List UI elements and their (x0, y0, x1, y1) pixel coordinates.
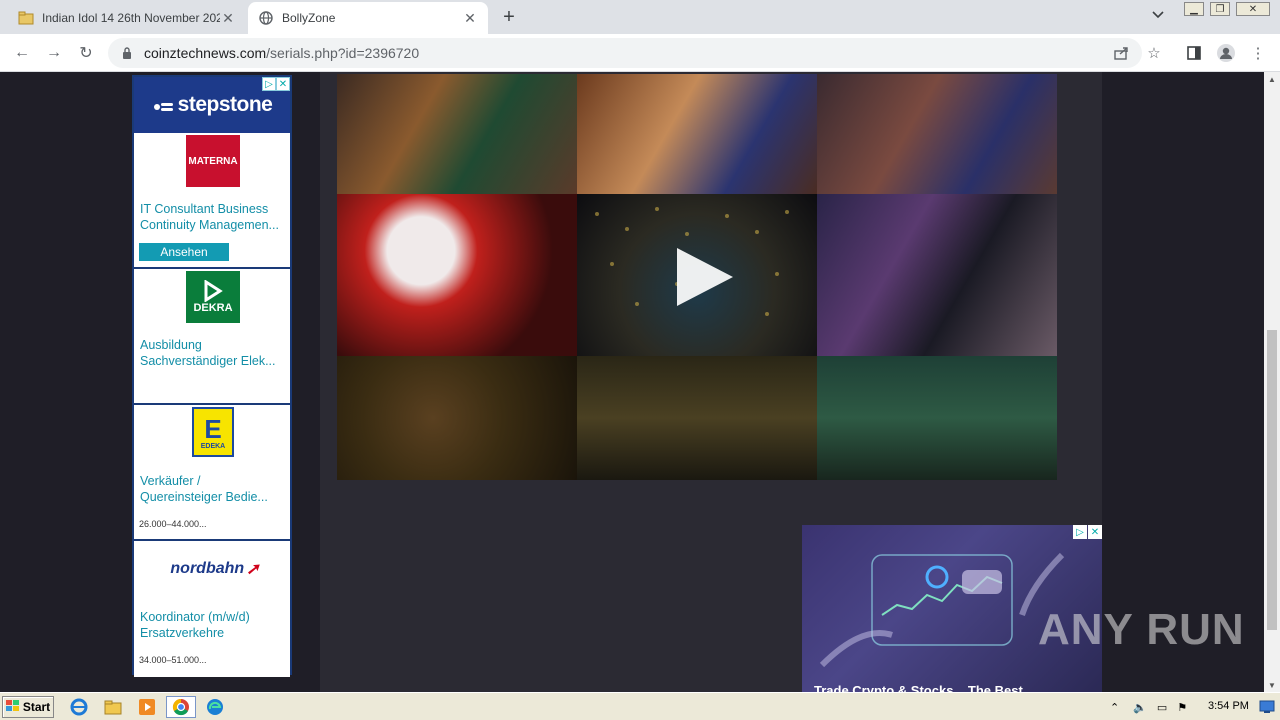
video-thumbnail (337, 74, 577, 194)
close-ad-icon[interactable]: ✕ (1088, 525, 1102, 539)
windows-logo-icon (5, 699, 20, 715)
ad-job-listing[interactable]: E EDEKA Verkäufer / Quereinsteiger Bedie.… (134, 405, 290, 541)
media-player-icon[interactable] (136, 697, 158, 717)
left-sidebar-ad[interactable]: stepstone ▷ ✕ MATERNA IT Consultant Busi… (132, 75, 292, 677)
url-text: coinztechnews.com/serials.php?id=2396720 (144, 45, 420, 61)
close-tab-icon[interactable]: ✕ (220, 10, 236, 26)
video-thumbnail (577, 74, 817, 194)
ad-job-title[interactable]: Ausbildung Sachverständiger Elek... (140, 337, 288, 369)
video-thumbnail (577, 356, 817, 480)
video-thumbnail (337, 356, 577, 480)
show-hidden-icons-icon[interactable]: ⌃ (1110, 701, 1119, 714)
vertical-scrollbar[interactable]: ▲ ▼ (1264, 72, 1280, 692)
network-icon[interactable]: ▭ (1157, 701, 1167, 714)
adchoices-icon[interactable]: ▷ (262, 77, 276, 91)
ad-job-listing[interactable]: DEKRA Ausbildung Sachverständiger Elek... (134, 269, 290, 405)
ad-salary: 34.000–51.000... (139, 655, 207, 665)
reload-icon[interactable]: ↻ (76, 43, 96, 63)
ad-job-title[interactable]: Verkäufer / Quereinsteiger Bedie... (140, 473, 288, 505)
system-tray: ⌃ 🔈 ▭ ⚑ (1102, 696, 1278, 718)
ad-job-listing[interactable]: nordbahn ➚ Koordinator (m/w/d) Ersatzverke… (134, 541, 290, 677)
tab-strip: Indian Idol 14 26th November 2023 ... ✕ … (0, 0, 1280, 34)
chevron-down-icon[interactable] (1152, 8, 1164, 22)
browser-toolbar: ← → ↻ coinztechnews.com/serials.php?id=2… (0, 34, 1280, 72)
tab-title: BollyZone (282, 11, 336, 25)
ad-headline[interactable]: Trade Crypto & Stocks... The Best (814, 683, 1023, 692)
close-ad-icon[interactable]: ✕ (276, 77, 290, 91)
materna-logo: MATERNA (186, 135, 240, 187)
chrome-taskbar-button[interactable] (166, 696, 196, 718)
lock-icon (120, 46, 134, 60)
tab-indian-idol[interactable]: Indian Idol 14 26th November 2023 ... ✕ (8, 2, 246, 34)
chrome-icon (172, 698, 189, 716)
play-icon[interactable] (671, 244, 737, 310)
address-bar[interactable]: coinztechnews.com/serials.php?id=2396720 (108, 38, 1142, 68)
new-tab-button[interactable]: + (498, 6, 520, 28)
stepstone-logo-icon (152, 97, 174, 113)
dekra-logo: DEKRA (186, 271, 240, 323)
volume-icon[interactable]: 🔈 (1133, 701, 1147, 714)
clock: 3:54 PM (1208, 700, 1249, 712)
ad-job-title[interactable]: IT Consultant Business Continuity Managem… (140, 201, 288, 233)
ad-job-listing[interactable]: MATERNA IT Consultant Business Continuity… (134, 133, 290, 269)
video-player[interactable] (337, 74, 1057, 480)
page-content: stepstone ▷ ✕ MATERNA IT Consultant Busi… (0, 72, 1264, 692)
scrollbar-thumb[interactable] (1267, 330, 1277, 630)
close-window-button[interactable]: ✕ (1236, 2, 1270, 16)
video-thumbnail (817, 194, 1057, 356)
show-desktop-icon[interactable] (1256, 697, 1278, 717)
ad-choices: ▷ ✕ (1072, 525, 1102, 539)
tab-title: Indian Idol 14 26th November 2023 ... (42, 11, 220, 25)
back-arrow-icon[interactable]: ← (12, 43, 32, 63)
bookmark-star-icon[interactable]: ☆ (1144, 43, 1164, 63)
forward-arrow-icon[interactable]: → (44, 43, 64, 63)
scroll-down-icon[interactable]: ▼ (1264, 678, 1280, 692)
ad-brand-name: stepstone (177, 93, 273, 116)
edeka-logo: E EDEKA (192, 407, 234, 457)
close-tab-icon[interactable]: ✕ (462, 10, 478, 26)
start-button[interactable]: Start (2, 696, 54, 718)
internet-explorer-icon[interactable] (68, 697, 90, 717)
video-thumbnail (337, 194, 577, 356)
edge-icon[interactable] (204, 697, 226, 717)
profile-avatar-icon[interactable] (1216, 43, 1236, 63)
folder-icon (18, 10, 34, 26)
share-icon[interactable] (1112, 43, 1132, 63)
globe-icon (258, 10, 274, 26)
taskbar: Start ⌃ 🔈 ▭ ⚑ 3:54 PM (0, 692, 1280, 720)
ad-salary: 26.000–44.000... (139, 519, 207, 529)
menu-kebab-icon[interactable]: ⋮ (1248, 43, 1268, 63)
scroll-up-icon[interactable]: ▲ (1264, 72, 1280, 86)
ad-view-button[interactable]: Ansehen (139, 243, 229, 261)
video-thumbnail (817, 356, 1057, 480)
flag-icon[interactable]: ⚑ (1177, 701, 1187, 714)
file-explorer-icon[interactable] (102, 697, 124, 717)
nordbahn-logo: nordbahn ➚ (170, 560, 260, 578)
anyrun-watermark: ANY RUN (1038, 605, 1245, 654)
video-thumbnail (817, 74, 1057, 194)
minimize-window-button[interactable]: ▁ (1184, 2, 1204, 16)
side-panel-icon[interactable] (1184, 43, 1204, 63)
ad-job-title[interactable]: Koordinator (m/w/d) Ersatzverkehre (140, 609, 288, 641)
restore-window-button[interactable]: ❐ (1210, 2, 1230, 16)
tab-bollyzone[interactable]: BollyZone ✕ (248, 2, 488, 34)
adchoices-icon[interactable]: ▷ (1073, 525, 1087, 539)
